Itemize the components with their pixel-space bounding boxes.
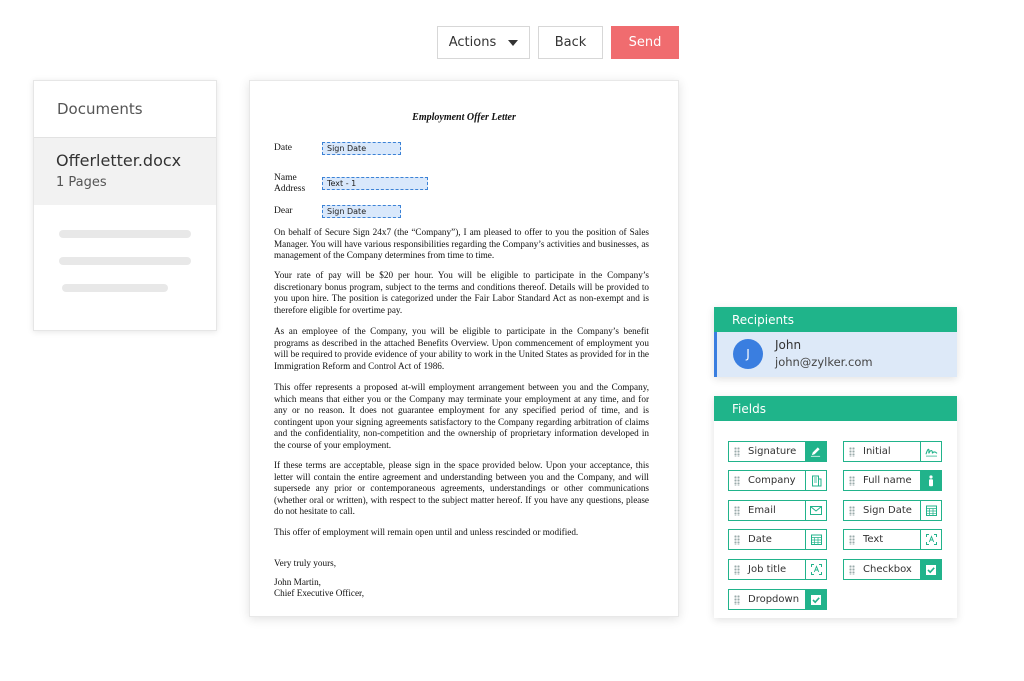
paragraph: If these terms are acceptable, please si… (274, 460, 649, 516)
drag-handle-icon (849, 475, 855, 486)
drag-handle-icon (734, 594, 740, 605)
avatar: J (733, 339, 763, 369)
dear-label: Dear (274, 206, 293, 216)
field-label: Dropdown (748, 594, 800, 605)
field-label: Text (863, 534, 884, 545)
text-field-button[interactable]: Text (843, 529, 942, 550)
sign-date-field-button[interactable]: Sign Date (843, 500, 942, 521)
drag-handle-icon (734, 505, 740, 516)
text-icon (920, 530, 941, 549)
actions-dropdown-button[interactable]: Actions (437, 26, 530, 59)
job-title-field-button[interactable]: Job title (728, 559, 827, 580)
drag-handle-icon (734, 564, 740, 575)
person-icon (920, 471, 941, 490)
paragraph: As an employee of the Company, you will … (274, 326, 649, 371)
initial-icon (920, 442, 941, 461)
field-label: Date (748, 534, 772, 545)
initial-field-button[interactable]: Initial (843, 441, 942, 462)
drag-handle-icon (849, 446, 855, 457)
dropdown-field-button[interactable]: Dropdown (728, 589, 827, 610)
placeholder-line (59, 230, 191, 238)
calendar-icon (805, 530, 826, 549)
field-label: Signature (748, 446, 797, 457)
recipients-panel: Recipients J John john@zylker.com (714, 307, 957, 377)
field-label: Email (748, 505, 776, 516)
envelope-icon (805, 501, 826, 520)
field-label: Initial (863, 446, 891, 457)
building-icon (805, 471, 826, 490)
recipient-item[interactable]: J John john@zylker.com (714, 332, 957, 377)
name-label: Name (274, 173, 297, 183)
recipients-heading: Recipients (714, 307, 957, 332)
field-label: Job title (748, 564, 787, 575)
drag-handle-icon (849, 505, 855, 516)
drag-handle-icon (734, 475, 740, 486)
sign-date-field[interactable]: Sign Date (322, 205, 401, 218)
document-preview: Employment Offer Letter Date Sign Date N… (249, 80, 679, 617)
recipient-name: John (775, 338, 802, 352)
drag-handle-icon (849, 564, 855, 575)
caret-down-icon (508, 39, 519, 46)
recipient-email: john@zylker.com (775, 355, 873, 369)
text-field[interactable]: Text - 1 (322, 177, 428, 190)
checkbox-field-button[interactable]: Checkbox (843, 559, 942, 580)
text-icon (805, 560, 826, 579)
signature-field-button[interactable]: Signature (728, 441, 827, 462)
back-button[interactable]: Back (538, 26, 603, 59)
documents-heading: Documents (34, 81, 216, 138)
paragraph: Your rate of pay will be $20 per hour. Y… (274, 270, 649, 315)
document-page-count: 1 Pages (56, 175, 107, 190)
address-label: Address (274, 184, 306, 194)
documents-panel: Documents Offerletter.docx 1 Pages (33, 80, 217, 331)
calendar-icon (920, 501, 941, 520)
full-name-field-button[interactable]: Full name (843, 470, 942, 491)
pen-icon (805, 442, 826, 461)
send-button[interactable]: Send (611, 26, 679, 59)
sign-date-field[interactable]: Sign Date (322, 142, 401, 155)
paragraph: On behalf of Secure Sign 24x7 (the “Comp… (274, 227, 649, 260)
fields-heading: Fields (714, 396, 957, 421)
paragraph: This offer of employment will remain ope… (274, 527, 579, 537)
document-title: Employment Offer Letter (412, 112, 516, 123)
field-label: Checkbox (863, 564, 912, 575)
drag-handle-icon (849, 534, 855, 545)
actions-label: Actions (448, 35, 497, 50)
paragraph: This offer represents a proposed at-will… (274, 382, 649, 450)
company-field-button[interactable]: Company (728, 470, 827, 491)
date-field-button[interactable]: Date (728, 529, 827, 550)
field-label: Company (748, 475, 796, 486)
closing: Very truly yours, (274, 558, 337, 568)
date-label: Date (274, 143, 292, 153)
field-label: Full name (863, 475, 912, 486)
checkbox-icon (805, 590, 826, 609)
signer-name: John Martin, (274, 577, 321, 587)
email-field-button[interactable]: Email (728, 500, 827, 521)
placeholder-line (59, 257, 191, 265)
document-list-item[interactable]: Offerletter.docx 1 Pages (34, 138, 216, 205)
checkbox-icon (920, 560, 941, 579)
signer-title: Chief Executive Officer, (274, 588, 365, 598)
field-label: Sign Date (863, 505, 912, 516)
fields-panel: Fields Signature Initial Company Full na… (714, 396, 957, 618)
placeholder-line (62, 284, 168, 292)
document-name: Offerletter.docx (56, 151, 182, 170)
drag-handle-icon (734, 534, 740, 545)
drag-handle-icon (734, 446, 740, 457)
